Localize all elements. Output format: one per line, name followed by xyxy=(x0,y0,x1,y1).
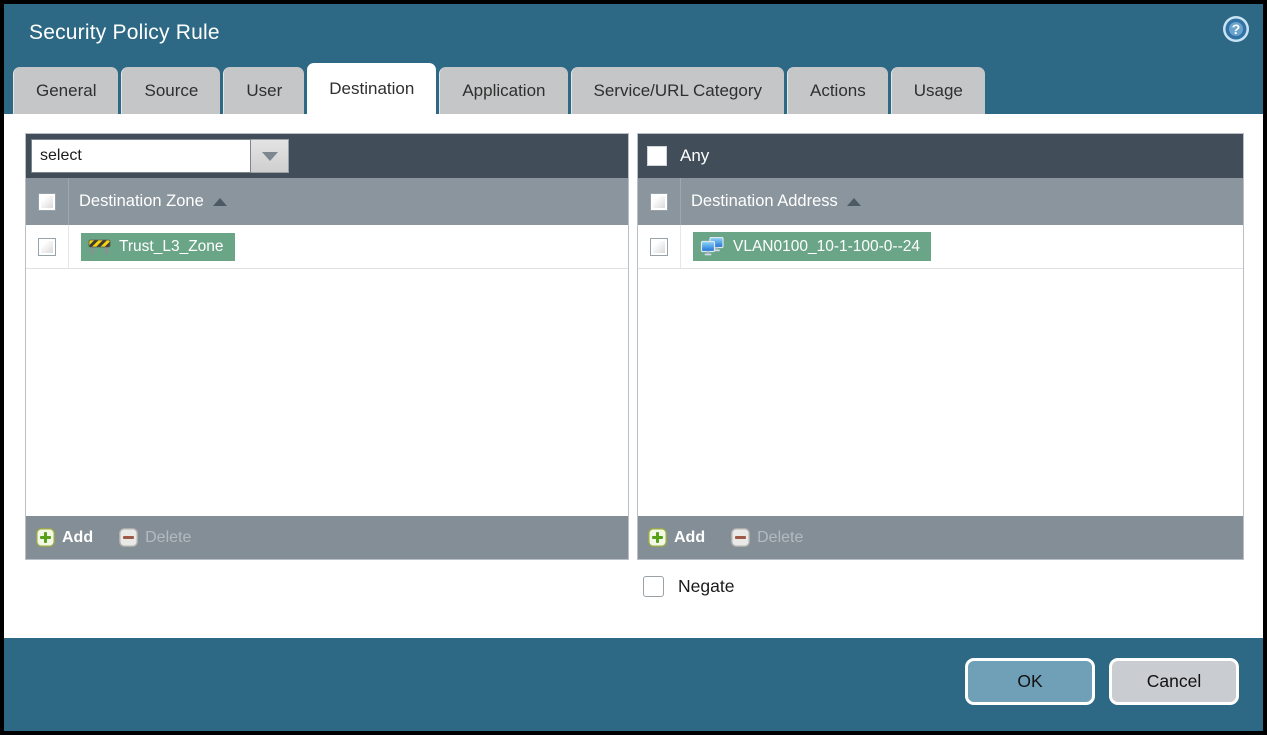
tab-general[interactable]: General xyxy=(13,67,119,114)
delete-icon xyxy=(731,528,751,547)
tab-actions[interactable]: Actions xyxy=(787,67,888,114)
dialog-footer: OK Cancel xyxy=(4,638,1263,731)
negate-label: Negate xyxy=(678,576,735,596)
zone-icon xyxy=(88,239,111,254)
destination-address-panel: Any Destination Address VLAN0100_10-1-10… xyxy=(637,133,1244,560)
zone-filter-dropdown-button[interactable] xyxy=(251,139,289,173)
zone-list: Trust_L3_Zone xyxy=(26,225,628,516)
destination-zone-panel: select Destination Zone Trust_L3_Zone Ad… xyxy=(25,133,629,560)
delete-icon xyxy=(119,528,139,547)
address-list: VLAN0100_10-1-100-0--24 xyxy=(638,225,1243,516)
tab-user[interactable]: User xyxy=(223,67,305,114)
zone-chip-label: Trust_L3_Zone xyxy=(119,237,224,255)
tab-destination[interactable]: Destination xyxy=(307,63,437,114)
address-panel-footer: Add Delete xyxy=(638,516,1243,559)
address-chip-label: VLAN0100_10-1-100-0--24 xyxy=(733,237,920,255)
tab-source[interactable]: Source xyxy=(121,67,221,114)
security-policy-rule-dialog: Security Policy Rule ? General Source Us… xyxy=(0,0,1267,735)
address-delete-label: Delete xyxy=(757,528,804,546)
address-column-header-label: Destination Address xyxy=(691,192,838,210)
address-panel-toolbar: Any xyxy=(638,134,1243,178)
address-add-button[interactable]: Add xyxy=(648,528,705,547)
address-add-label: Add xyxy=(674,528,706,546)
zone-column-header[interactable]: Destination Zone xyxy=(68,178,628,225)
add-icon xyxy=(648,528,667,547)
tab-service-url-category[interactable]: Service/URL Category xyxy=(570,67,784,114)
address-select-all-checkbox[interactable] xyxy=(650,192,668,211)
any-checkbox-label: Any xyxy=(680,146,710,165)
negate-row: Negate xyxy=(643,576,734,597)
zone-row-checkbox[interactable] xyxy=(38,237,56,256)
zone-filter-select[interactable]: select xyxy=(31,139,289,173)
zone-column-header-label: Destination Zone xyxy=(79,192,204,210)
destination-tab-content: select Destination Zone Trust_L3_Zone Ad… xyxy=(4,114,1263,638)
help-icon[interactable]: ? xyxy=(1222,15,1250,43)
svg-text:?: ? xyxy=(1232,21,1241,37)
dialog-title: Security Policy Rule xyxy=(29,21,220,44)
cancel-button[interactable]: Cancel xyxy=(1109,658,1239,705)
negate-checkbox[interactable] xyxy=(643,576,664,597)
tab-strip: General Source User Destination Applicat… xyxy=(4,62,1263,114)
zone-panel-toolbar: select xyxy=(26,134,628,178)
ok-button[interactable]: OK xyxy=(965,658,1095,705)
zone-panel-footer: Add Delete xyxy=(26,516,628,559)
address-column-header-row: Destination Address xyxy=(638,178,1243,225)
titlebar: Security Policy Rule ? xyxy=(4,4,1263,62)
address-icon xyxy=(700,237,724,256)
zone-chip[interactable]: Trust_L3_Zone xyxy=(81,232,235,261)
zone-delete-button[interactable]: Delete xyxy=(119,528,191,547)
tab-application[interactable]: Application xyxy=(439,67,568,114)
zone-add-button[interactable]: Add xyxy=(36,528,93,547)
zone-add-label: Add xyxy=(62,528,94,546)
add-icon xyxy=(36,528,55,547)
address-row-checkbox[interactable] xyxy=(650,237,668,256)
zone-column-header-row: Destination Zone xyxy=(26,178,628,225)
address-column-header[interactable]: Destination Address xyxy=(680,178,1243,225)
sort-ascending-icon xyxy=(846,197,861,206)
zone-filter-select-value[interactable]: select xyxy=(31,139,251,173)
any-checkbox[interactable] xyxy=(647,146,667,166)
table-row: Trust_L3_Zone xyxy=(26,225,628,269)
sort-ascending-icon xyxy=(212,197,227,206)
address-delete-button[interactable]: Delete xyxy=(731,528,803,547)
zone-select-all-checkbox[interactable] xyxy=(38,192,56,211)
address-chip[interactable]: VLAN0100_10-1-100-0--24 xyxy=(693,232,931,261)
table-row: VLAN0100_10-1-100-0--24 xyxy=(638,225,1243,269)
chevron-down-icon xyxy=(261,151,278,161)
zone-delete-label: Delete xyxy=(145,528,192,546)
tab-usage[interactable]: Usage xyxy=(890,67,985,114)
